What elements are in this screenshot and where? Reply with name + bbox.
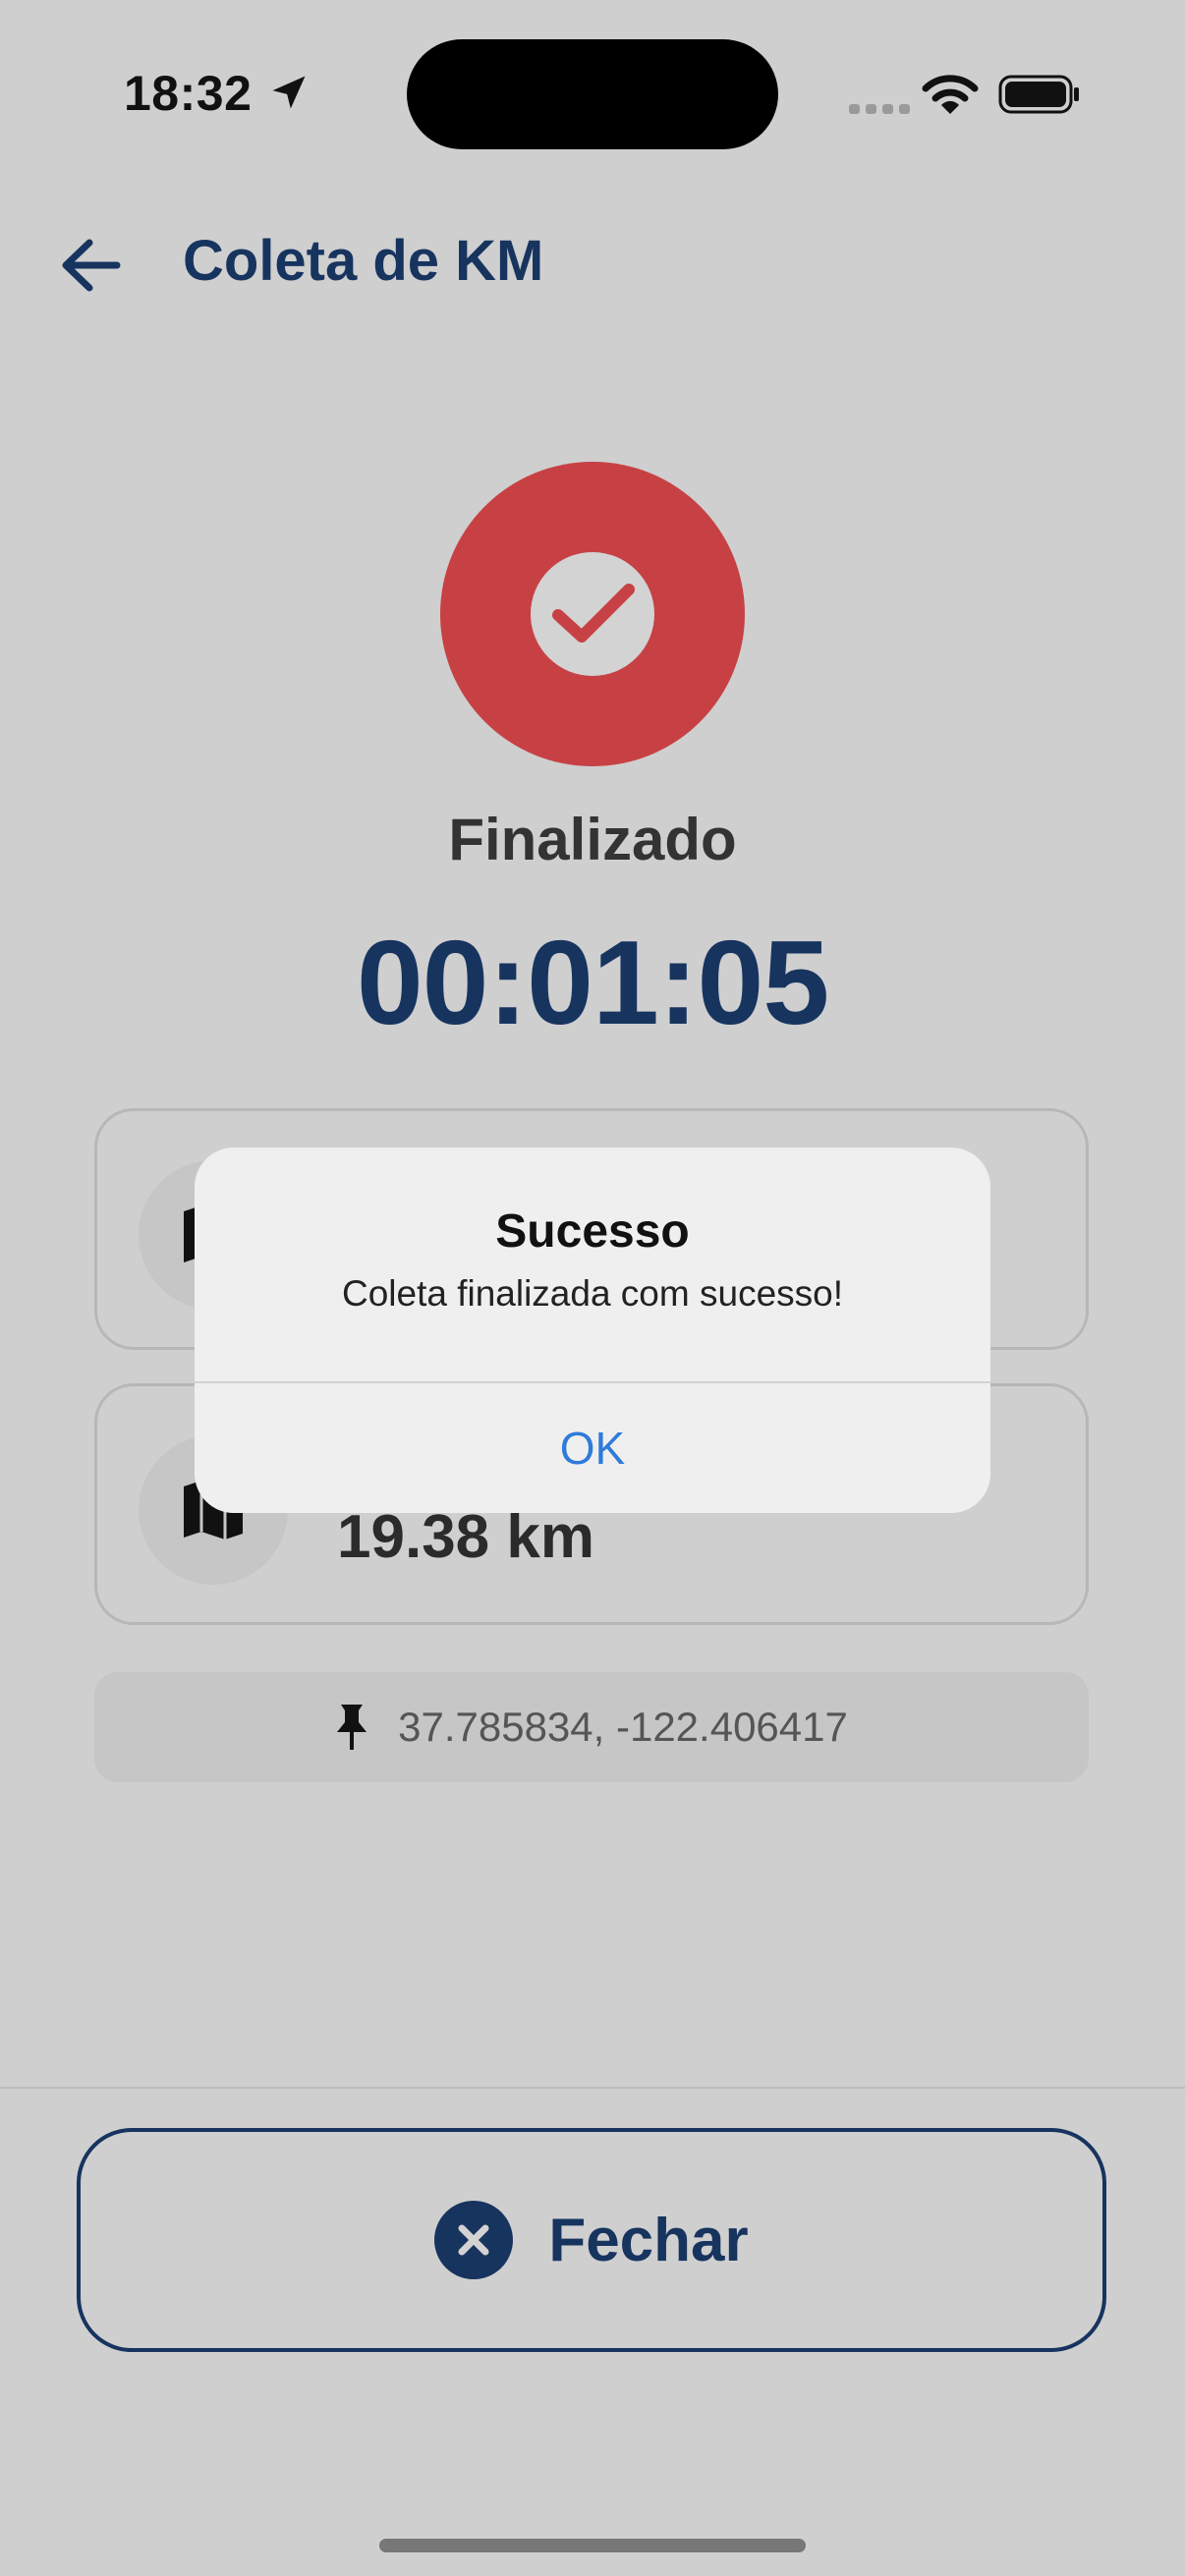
alert-ok-button[interactable]: OK — [195, 1383, 990, 1513]
app-screen: 18:32 Coleta de KM Finalizado 00:01:05 1… — [0, 0, 1185, 2576]
close-button[interactable]: Fechar — [77, 2128, 1106, 2352]
page-title: Coleta de KM — [183, 229, 544, 293]
elapsed-timer: 00:01:05 — [356, 916, 829, 1049]
arrow-left-icon — [62, 239, 121, 292]
coordinates-bar: 37.785834, -122.406417 — [94, 1672, 1089, 1782]
wifi-icon — [922, 75, 979, 114]
location-arrow-icon — [272, 76, 306, 109]
check-icon — [552, 584, 635, 643]
home-indicator[interactable] — [379, 2539, 806, 2552]
battery-icon — [998, 75, 1079, 114]
success-alert: Sucesso Coleta finalizada com sucesso! O… — [195, 1148, 990, 1513]
alert-message: Coleta finalizada com sucesso! — [341, 1273, 844, 1314]
close-button-label: Fechar — [548, 2206, 749, 2274]
back-button[interactable] — [51, 232, 130, 299]
alert-title: Sucesso — [495, 1205, 690, 1258]
cellular-signal-icon — [849, 104, 910, 114]
status-label: Finalizado — [448, 807, 737, 872]
status-inner-circle — [531, 552, 654, 676]
footer-divider — [0, 2087, 1185, 2089]
dynamic-island — [407, 39, 778, 149]
pin-icon — [337, 1705, 367, 1750]
close-circle-icon — [434, 2201, 514, 2279]
status-time: 18:32 — [124, 66, 253, 121]
coordinates-text: 37.785834, -122.406417 — [398, 1704, 848, 1750]
